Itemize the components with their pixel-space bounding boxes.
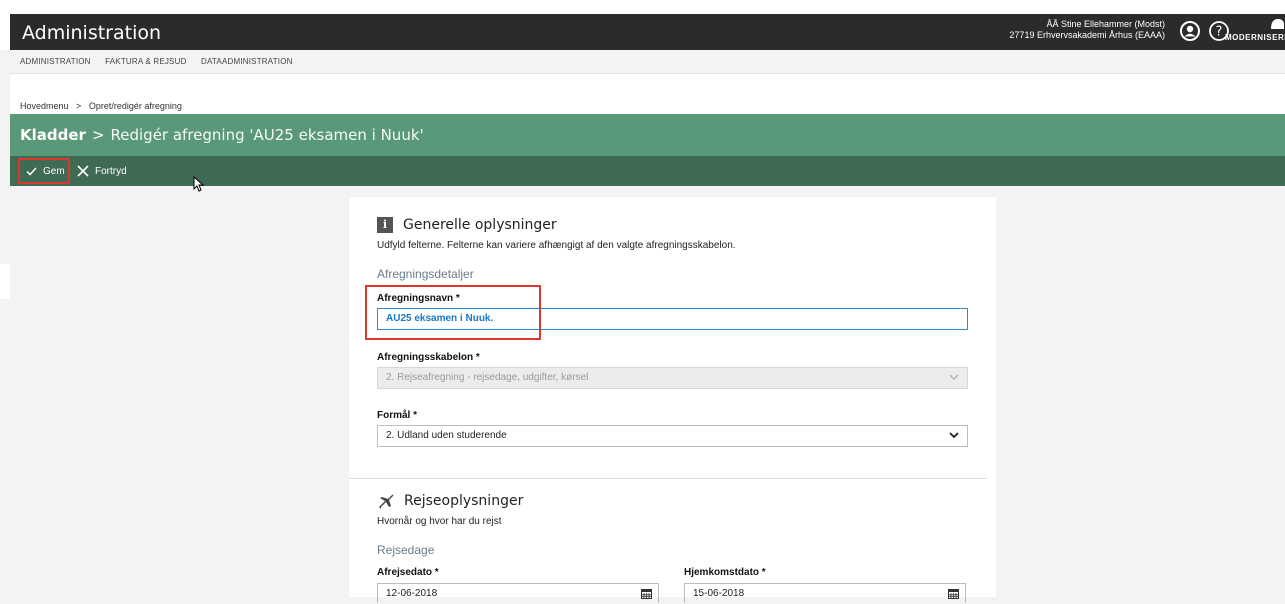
airplane-icon (379, 494, 394, 509)
page-title: Kladder > Redigér afregning 'AU25 eksamen … (20, 126, 424, 144)
purpose-select-value: 2. Udland uden studerende (386, 430, 507, 441)
return-date-field[interactable]: 15-06-2018 (684, 583, 966, 603)
template-field-label: Afregningsskabelon * (377, 352, 480, 363)
user-info[interactable]: ÅÅ Stine Ellehammer (Modst) 27719 Erhver… (1009, 19, 1165, 41)
highlight-name-field (365, 285, 541, 340)
breadcrumb-area (10, 74, 1285, 114)
return-date-label: Hjemkomstdato * (684, 567, 766, 578)
brand-text: MODERNISERIN (1225, 33, 1285, 42)
header-bar: Administration ÅÅ Stine Ellehammer (Mods… (10, 14, 1285, 50)
mouse-cursor-icon (193, 175, 205, 197)
breadcrumb: Hovedmenu > Opret/redigér afregning (20, 101, 182, 111)
section-divider (349, 478, 987, 479)
travel-subtitle: Hvornår og hvor har du rejst (377, 516, 502, 527)
chevron-down-icon (949, 374, 959, 380)
user-name: ÅÅ Stine Ellehammer (Modst) (1046, 19, 1165, 29)
save-button[interactable]: Gem (18, 158, 70, 184)
breadcrumb-separator: > (76, 101, 82, 111)
page-header: Kladder > Redigér afregning 'AU25 eksamen … (10, 114, 1285, 156)
menu-item-administration[interactable]: ADMINISTRATION (20, 50, 91, 74)
brand-logo: MODERNISERIN (1225, 17, 1285, 47)
check-icon (26, 166, 37, 176)
top-header: Administration ÅÅ Stine Ellehammer (Mods… (0, 0, 1285, 50)
general-heading-text: Generelle oplysninger (403, 217, 557, 233)
app-title: Administration (22, 22, 162, 44)
template-select: 2. Rejseafregning - rejsedage, udgifter,… (377, 367, 968, 389)
page-title-text: Redigér afregning 'AU25 eksamen i Nuuk' (110, 126, 424, 144)
user-profile-icon[interactable] (1179, 20, 1201, 42)
close-icon (77, 165, 89, 177)
left-edge (0, 264, 10, 299)
calendar-icon[interactable] (948, 588, 959, 599)
general-subtitle: Udfyld felterne. Felterne kan variere af… (377, 240, 736, 251)
general-section-heading: i Generelle oplysninger (377, 217, 557, 233)
chevron-down-icon (949, 432, 959, 439)
form-card: i Generelle oplysninger Udfyld felterne.… (349, 197, 996, 603)
menu-item-dataadministration[interactable]: DATAADMINISTRATION (201, 50, 293, 74)
group-rejsedage: Rejsedage (377, 543, 435, 557)
info-icon: i (377, 217, 393, 233)
cancel-button[interactable]: Fortryd (77, 158, 127, 184)
purpose-field-label: Formål * (377, 410, 418, 421)
breadcrumb-current: Opret/redigér afregning (88, 101, 182, 111)
purpose-select[interactable]: 2. Udland uden studerende (377, 425, 968, 447)
cancel-label: Fortryd (95, 165, 127, 177)
template-select-value: 2. Rejseafregning - rejsedage, udgifter,… (386, 372, 589, 383)
travel-section-heading: Rejseoplysninger (377, 493, 523, 509)
calendar-icon[interactable] (641, 588, 652, 599)
user-org: 27719 Erhvervsakademi Århus (EAAA) (1009, 30, 1165, 40)
travel-heading-text: Rejseoplysninger (404, 493, 524, 509)
main-menu: ADMINISTRATION FAKTURA & REJSUD DATAADMI… (10, 50, 1285, 74)
group-afregningsdetaljer: Afregningsdetaljer (377, 267, 474, 281)
save-label: Gem (43, 165, 65, 177)
title-separator: > (91, 126, 105, 144)
depart-date-label: Afrejsedato * (377, 567, 439, 578)
svg-text:?: ? (1216, 25, 1223, 40)
menu-item-faktura-rejsud[interactable]: FAKTURA & REJSUD (105, 50, 186, 74)
return-date-value: 15-06-2018 (693, 588, 745, 599)
depart-date-field[interactable]: 12-06-2018 (377, 583, 659, 603)
section-link-kladder[interactable]: Kladder (20, 126, 86, 144)
breadcrumb-home[interactable]: Hovedmenu (20, 101, 69, 111)
depart-date-value: 12-06-2018 (386, 588, 438, 599)
